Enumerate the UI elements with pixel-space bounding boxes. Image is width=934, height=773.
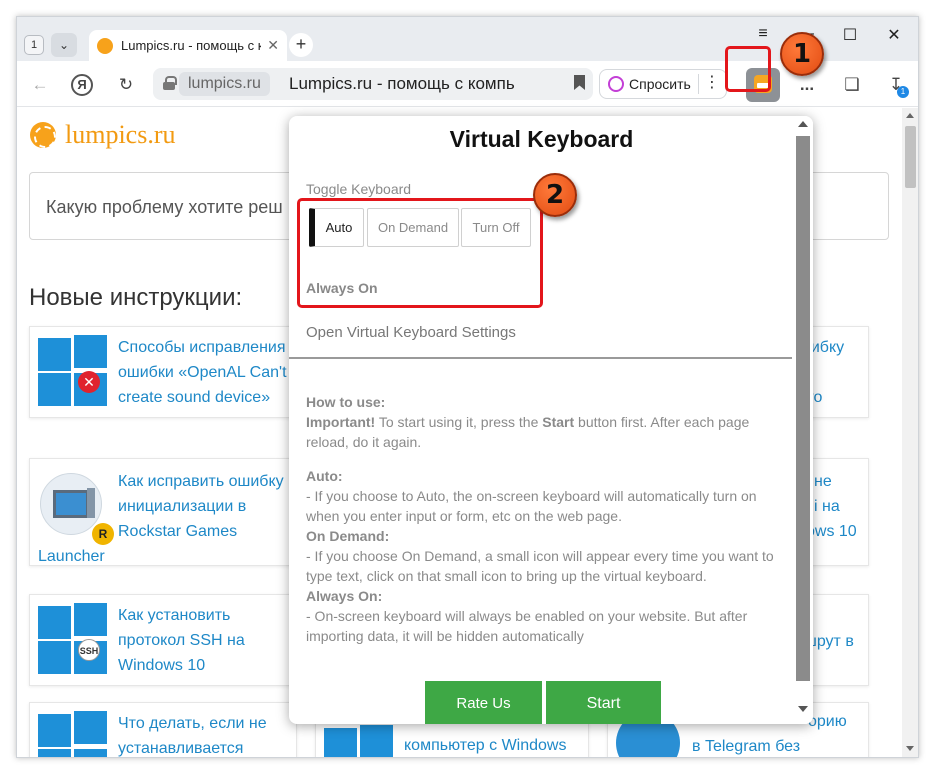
more-vertical-icon[interactable]: ⋮ — [704, 74, 720, 92]
lock-icon — [163, 76, 177, 90]
close-window-button[interactable]: ✕ — [879, 25, 909, 45]
divider — [289, 357, 792, 359]
start-word: Start — [542, 414, 575, 430]
orange-logo-icon — [30, 122, 56, 148]
bookmark-icon[interactable] — [574, 75, 585, 90]
ask-label: Спросить — [629, 76, 691, 92]
article-title[interactable]: Как установить протокол SSH на Windows 1… — [118, 603, 296, 678]
article-title[interactable]: Что делать, если не устанавливается — [118, 711, 296, 757]
auto-heading: Auto: — [306, 468, 343, 484]
article-title-cont[interactable]: Launcher — [38, 544, 105, 569]
tab-close-icon[interactable]: ✕ — [267, 37, 279, 54]
scroll-down-arrow-icon[interactable] — [906, 746, 914, 751]
ondemand-text: - If you choose On Demand, a small icon … — [306, 548, 774, 584]
scroll-up-arrow-icon[interactable] — [906, 113, 914, 118]
article-card[interactable]: SSH Как установить протокол SSH на Windo… — [29, 594, 297, 686]
help-text: How to use: Important! To start using it… — [306, 392, 784, 646]
back-arrow-icon[interactable]: ← — [27, 72, 53, 98]
maximize-button[interactable]: ☐ — [835, 25, 865, 45]
error-icon: ✕ — [78, 371, 100, 393]
windows-logo-icon — [38, 711, 108, 757]
step-2-badge: 2 — [533, 173, 577, 217]
article-title-fragment[interactable]: і на — [814, 494, 840, 519]
search-placeholder: Какую проблему хотите реш — [46, 197, 283, 217]
alwayson-text: - On-screen keyboard will always be enab… — [306, 608, 748, 644]
download-icon[interactable]: ↧ 1 — [883, 72, 909, 98]
article-title-fragment[interactable]: в Telegram без — [692, 734, 800, 757]
article-card[interactable]: R Как исправить ошибку инициализации в R… — [29, 458, 297, 566]
popup-scrollbar[interactable] — [793, 116, 813, 724]
article-title[interactable]: Способы исправления ошибки «OpenAL Can't… — [118, 335, 296, 410]
downloads-badge: 1 — [897, 86, 909, 98]
popup-title: Virtual Keyboard — [449, 126, 634, 152]
toggle-keyboard-label: Toggle Keyboard — [306, 181, 412, 197]
site-logo[interactable]: lumpics.ru — [65, 120, 176, 150]
toolbar: ← Я ↻ lumpics.ru Lumpics.ru - помощь с к… — [17, 61, 918, 107]
new-tab-button[interactable]: + — [289, 33, 313, 57]
scroll-up-arrow-icon[interactable] — [798, 121, 808, 127]
rockstar-icon: R — [92, 523, 114, 545]
alwayson-heading: Always On: — [306, 588, 383, 604]
reload-icon[interactable]: ↻ — [113, 72, 139, 98]
article-title-fragment[interactable]: не — [814, 469, 832, 494]
tab-title: Lumpics.ru - помощь с к — [121, 38, 261, 53]
page-scrollbar[interactable] — [902, 108, 918, 757]
yandex-icon[interactable]: Я — [71, 74, 93, 96]
windows-logo-icon — [324, 725, 394, 757]
important-label: Important! — [306, 414, 376, 430]
scroll-down-arrow-icon[interactable] — [798, 706, 808, 712]
scrollbar-thumb[interactable] — [905, 126, 916, 188]
chevron-down-icon[interactable]: ⌄ — [51, 33, 77, 57]
computer-icon — [40, 473, 102, 535]
article-card[interactable]: ✕ Способы исправления ошибки «OpenAL Can… — [29, 326, 297, 418]
section-title: Новые инструкции: — [29, 284, 243, 311]
open-settings-link[interactable]: Open Virtual Keyboard Settings — [306, 324, 516, 341]
step-1-badge: 1 — [780, 32, 824, 76]
tab-lumpics[interactable]: Lumpics.ru - помощь с к ✕ — [89, 30, 287, 62]
article-title[interactable]: компьютер с Windows — [404, 733, 586, 757]
article-title-fragment[interactable]: орию — [808, 709, 847, 734]
address-bar[interactable]: lumpics.ru Lumpics.ru - помощь с компь — [153, 68, 593, 100]
extensions-more-button[interactable]: ... — [794, 72, 820, 98]
tab-count-button[interactable]: 1 — [24, 35, 44, 55]
domain-pill[interactable]: lumpics.ru — [179, 72, 270, 96]
article-title[interactable]: Как исправить ошибку инициализации в Roc… — [118, 469, 296, 544]
ondemand-heading: On Demand: — [306, 528, 390, 544]
ask-button[interactable]: Спросить ⋮ — [599, 69, 727, 99]
ssh-icon: SSH — [78, 639, 100, 661]
orange-favicon-icon — [97, 38, 113, 54]
important-text-1: To start using it, press the — [375, 414, 543, 430]
ask-divider — [698, 74, 699, 94]
collections-icon[interactable]: ❏ — [839, 72, 865, 98]
popup-scrollbar-thumb[interactable] — [796, 136, 810, 681]
windows-logo-icon — [38, 603, 108, 674]
how-to-use-heading: How to use: — [306, 394, 386, 410]
start-button[interactable]: Start — [546, 681, 661, 724]
rate-us-button[interactable]: Rate Us — [425, 681, 542, 724]
menu-icon[interactable]: ≡ — [748, 25, 778, 43]
article-card[interactable]: Что делать, если не устанавливается — [29, 702, 297, 757]
highlight-toggle-keyboard — [297, 198, 543, 308]
highlight-extension-button — [725, 46, 771, 92]
address-page-title: Lumpics.ru - помощь с компь — [289, 74, 515, 93]
alice-icon — [608, 76, 624, 92]
article-title-fragment[interactable]: ows 10 — [806, 519, 857, 544]
auto-text: - If you choose to Auto, the on-screen k… — [306, 488, 757, 524]
windows-logo-icon — [38, 335, 108, 406]
